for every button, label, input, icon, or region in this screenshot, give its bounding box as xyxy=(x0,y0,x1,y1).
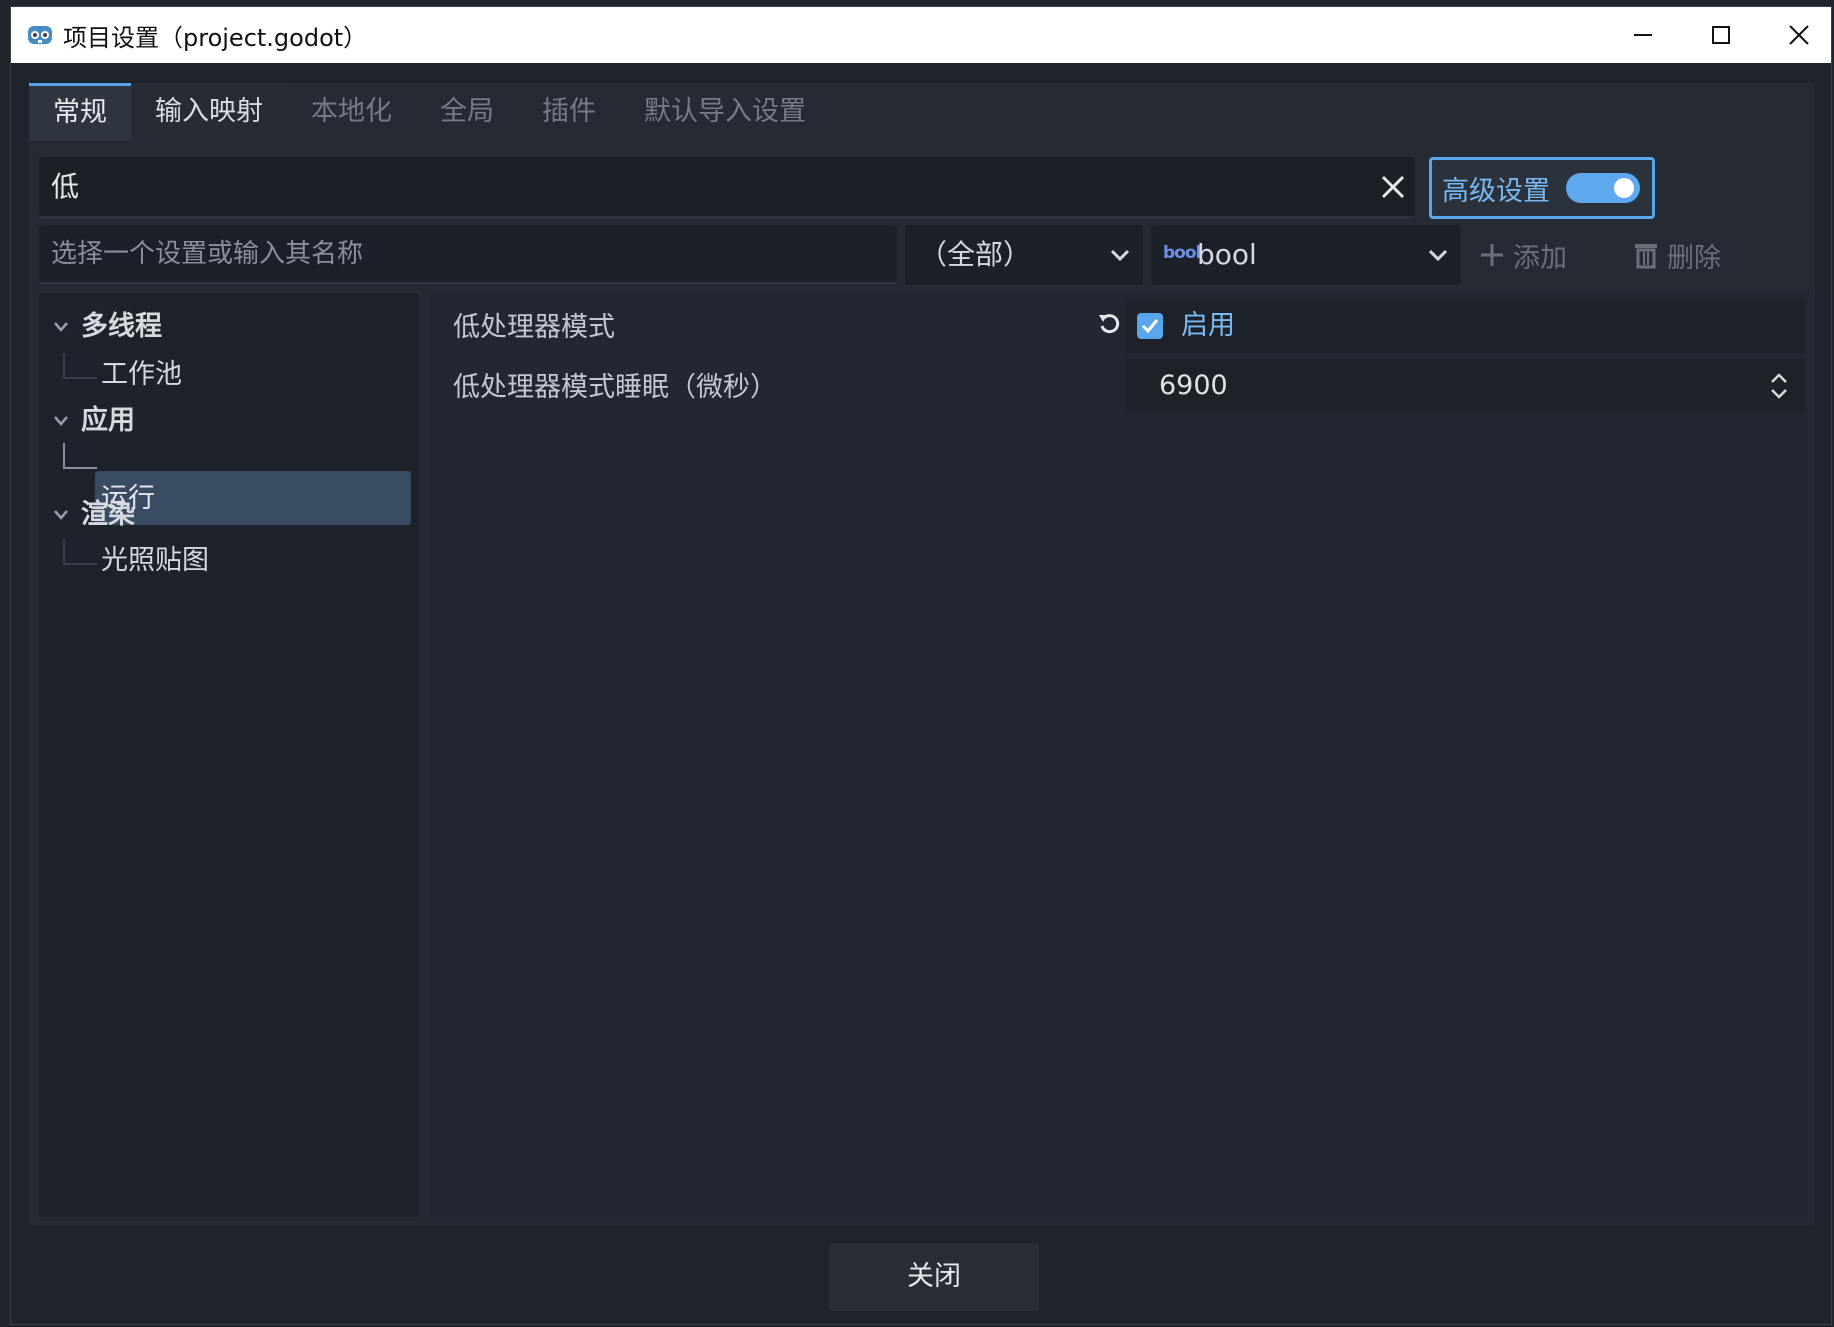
checkmark-icon xyxy=(1141,319,1159,334)
sleep-value[interactable]: 6900 xyxy=(1159,359,1228,413)
tree-section-label: 应用 xyxy=(81,405,135,436)
delete-label: 删除 xyxy=(1667,242,1721,274)
tree-connector xyxy=(63,443,97,469)
type-dropdown[interactable]: bool bool xyxy=(1151,225,1461,285)
settings-tree: 多线程 工作池 应用 运行 渲染 光照贴图 xyxy=(39,293,419,1217)
property-label-low-processor-sleep: 低处理器模式睡眠（微秒） xyxy=(453,372,777,403)
godot-icon xyxy=(28,26,52,44)
property-label-low-processor-mode: 低处理器模式 xyxy=(453,312,615,343)
advanced-settings-label: 高级设置 xyxy=(1442,175,1550,207)
add-icon xyxy=(1481,244,1503,266)
minimize-icon xyxy=(1634,34,1652,36)
tree-section-label: 多线程 xyxy=(81,311,162,342)
tab-import-defaults[interactable]: 默认导入设置 xyxy=(620,83,830,141)
search-input[interactable]: 低 xyxy=(39,157,1415,219)
delete-button[interactable]: 删除 xyxy=(1633,225,1721,285)
close-button[interactable]: 关闭 xyxy=(829,1243,1039,1311)
close-window-button[interactable] xyxy=(1753,7,1834,63)
enable-checkbox[interactable] xyxy=(1137,313,1163,339)
enable-label[interactable]: 启用 xyxy=(1181,299,1235,353)
tab-bar: 常规 输入映射 本地化 全局 插件 默认导入设置 xyxy=(29,83,830,141)
tree-section-multithreading[interactable]: 多线程 xyxy=(54,301,162,353)
low-processor-mode-value: 启用 xyxy=(1125,299,1805,353)
toggle-switch[interactable] xyxy=(1566,173,1640,203)
tab-general[interactable]: 常规 xyxy=(29,83,131,141)
tree-item-worker-pool[interactable]: 工作池 xyxy=(101,349,182,401)
project-settings-dialog: 项目设置（project.godot） 常规 输入映射 本地化 全局 插件 默认… xyxy=(10,6,1832,1325)
tree-item-lightmaps[interactable]: 光照贴图 xyxy=(101,535,209,587)
tab-localization[interactable]: 本地化 xyxy=(287,83,416,141)
category-value: （全部） xyxy=(919,238,1032,271)
trash-icon xyxy=(1635,244,1657,269)
property-bar: 选择一个设置或输入其名称 （全部） bool bool 添加 删除 xyxy=(39,225,1805,285)
maximize-icon xyxy=(1712,26,1730,44)
chevron-down-icon[interactable] xyxy=(53,509,69,521)
tree-connector xyxy=(63,353,97,379)
tab-globals[interactable]: 全局 xyxy=(416,83,518,141)
low-processor-sleep-spinbox[interactable]: 6900 xyxy=(1125,359,1805,413)
tree-section-label: 渲染 xyxy=(81,499,135,530)
tree-section-rendering[interactable]: 渲染 xyxy=(54,489,135,541)
tree-section-application[interactable]: 应用 xyxy=(54,395,135,447)
clear-search-icon[interactable] xyxy=(1377,171,1409,203)
chevron-down-icon xyxy=(1110,249,1130,262)
bool-type-icon: bool xyxy=(1163,243,1201,263)
add-button[interactable]: 添加 xyxy=(1479,225,1567,285)
window-title: 项目设置（project.godot） xyxy=(63,23,368,52)
chevron-down-icon[interactable] xyxy=(53,415,69,427)
type-value: bool xyxy=(1197,238,1257,271)
revert-icon[interactable] xyxy=(1097,311,1123,337)
close-icon xyxy=(1789,25,1809,45)
tree-connector xyxy=(63,539,97,565)
add-label: 添加 xyxy=(1513,242,1567,274)
toggle-knob xyxy=(1614,178,1634,198)
category-dropdown[interactable]: （全部） xyxy=(905,225,1143,285)
property-inspector: 低处理器模式 启用 低处理器模式睡眠（微秒） 6900 xyxy=(429,293,1809,1217)
title-bar: 项目设置（project.godot） xyxy=(11,7,1831,63)
search-row: 低 高级设置 xyxy=(39,157,1805,219)
advanced-settings-toggle[interactable]: 高级设置 xyxy=(1429,157,1655,219)
chevron-down-icon xyxy=(1428,249,1448,262)
tab-plugins[interactable]: 插件 xyxy=(518,83,620,141)
settings-panel: 常规 输入映射 本地化 全局 插件 默认导入设置 低 高级设置 选择一个设置或输… xyxy=(29,83,1815,1225)
tab-input-map[interactable]: 输入映射 xyxy=(131,83,287,141)
property-name-input[interactable]: 选择一个设置或输入其名称 xyxy=(39,225,897,285)
spinner-arrows-icon[interactable] xyxy=(1769,371,1789,401)
chevron-down-icon[interactable] xyxy=(53,321,69,333)
